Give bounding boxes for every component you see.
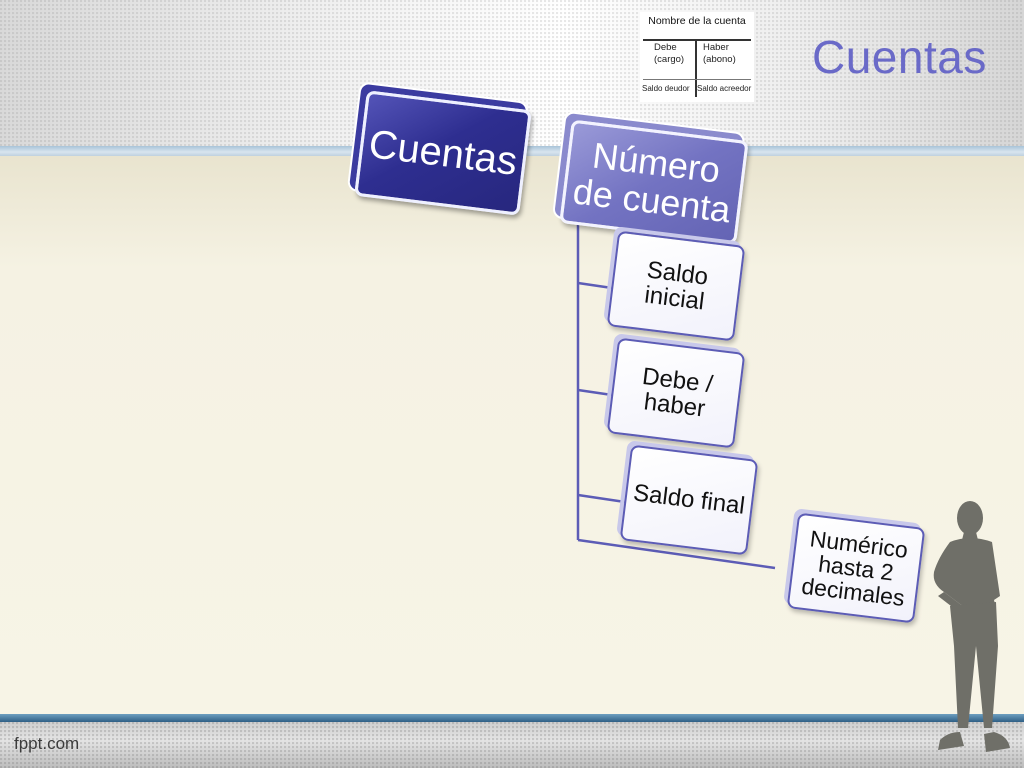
root-node-cuentas: Cuentas — [354, 90, 532, 216]
node-saldo-inicial: Saldo inicial — [606, 230, 746, 342]
node-debe-haber: Debe / haber — [606, 337, 746, 449]
businessman-silhouette-icon — [933, 501, 1010, 752]
connector-saldo-final — [577, 493, 626, 504]
node-numero-de-cuenta: Número de cuenta — [559, 119, 749, 245]
node-debe-haber-label: Debe / haber — [638, 363, 714, 423]
connector-debe-haber — [577, 388, 613, 397]
node-saldo-final: Saldo final — [619, 444, 759, 556]
connector-saldo-inicial — [577, 281, 613, 290]
node-saldo-inicial-label: Saldo inicial — [642, 256, 710, 315]
node-numerico-label: Numérico hasta 2 decimales — [800, 525, 912, 611]
node-numerico: Numérico hasta 2 decimales — [786, 512, 926, 624]
